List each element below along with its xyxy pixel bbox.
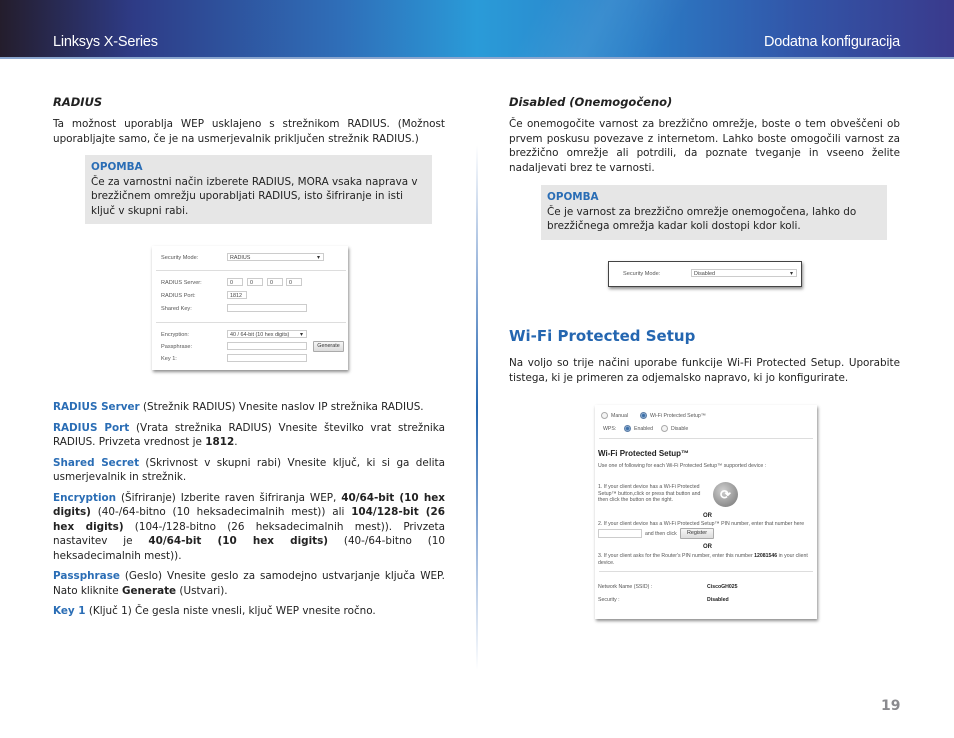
wps-intro: Na voljo so trije načini uporabe funkcij… xyxy=(509,357,900,384)
radius-heading: RADIUS xyxy=(53,95,103,109)
key1-input[interactable] xyxy=(227,354,307,362)
radius-server-octet-4[interactable]: 0 xyxy=(286,278,302,286)
wps-instruction: Use one of following for each Wi-Fi Prot… xyxy=(598,463,767,469)
definition-passphrase: Passphrase (Geslo) Vnesite geslo za samo… xyxy=(53,570,445,597)
radius-intro-block: Ta možnost uporablja WEP usklajeno s str… xyxy=(53,117,445,146)
ssid-label: Network Name (SSID) : xyxy=(598,584,653,590)
encryption-select[interactable]: 40 / 64-bit (10 hex digits) xyxy=(227,330,307,339)
definition-radius-server: RADIUS Server (Strežnik RADIUS) Vnesite … xyxy=(53,401,424,413)
radio-disable[interactable] xyxy=(661,425,668,432)
radio-wps-label: Wi-Fi Protected Setup™ xyxy=(650,413,706,419)
note-text: Če za varnostni način izberete RADIUS, M… xyxy=(91,175,418,217)
radius-server-octet-3[interactable]: 0 xyxy=(267,278,283,286)
disabled-text-block: Če onemogočite varnost za brezžično omre… xyxy=(509,117,900,175)
passphrase-label: Passphrase: xyxy=(161,344,193,350)
wps-step-1: 1. If your client device has a Wi-Fi Pro… xyxy=(598,484,701,503)
radius-server-octet-1[interactable]: 0 xyxy=(227,278,243,286)
divider xyxy=(156,322,346,323)
term: RADIUS Port xyxy=(53,421,130,434)
note-title: OPOMBA xyxy=(547,191,599,203)
divider xyxy=(599,571,813,572)
divider xyxy=(156,270,346,271)
shared-key-label: Shared Key: xyxy=(161,306,192,312)
encryption-label: Encryption: xyxy=(161,332,189,338)
note-text: Če je varnost za brezžično omrežje onemo… xyxy=(547,205,857,233)
key1-label: Key 1: xyxy=(161,356,177,362)
generate-button[interactable]: Generate xyxy=(313,341,344,352)
ssid-value: CiscoGH025 xyxy=(707,584,738,590)
radio-manual-label: Manual xyxy=(611,413,629,419)
term: Key 1 xyxy=(53,605,86,617)
passphrase-input[interactable] xyxy=(227,342,307,350)
wps-step-3: 3. If your client asks for the Router's … xyxy=(598,553,808,566)
definitions-list: RADIUS Server (Strežnik RADIUS) Vnesite … xyxy=(53,400,445,619)
definition-shared-secret: Shared Secret (Skrivnost v skupni rabi) … xyxy=(53,456,445,484)
page-header-banner: Linksys X-Series Dodatna konfiguracija xyxy=(0,0,954,59)
wps-push-button-icon[interactable]: ⟳ xyxy=(713,482,738,507)
wps-step-2b: and then click xyxy=(645,531,677,537)
definition-encryption: Encryption (Šifriranje) Izberite raven š… xyxy=(53,491,446,562)
wps-screenshot: Manual Wi-Fi Protected Setup™ WPS: Enabl… xyxy=(595,405,817,619)
term: Shared Secret xyxy=(53,456,140,469)
radius-server-octet-2[interactable]: 0 xyxy=(247,278,263,286)
product-title: Linksys X-Series xyxy=(53,34,158,50)
or-separator-1: OR xyxy=(703,513,712,519)
security-mode-label: Security Mode: xyxy=(623,271,661,277)
wps-intro-block: Na voljo so trije načini uporabe funkcij… xyxy=(509,356,900,385)
security-mode-select[interactable]: RADIUS xyxy=(227,253,324,262)
disabled-note: OPOMBA Če je varnost za brezžično omrežj… xyxy=(541,185,887,240)
client-pin-input[interactable] xyxy=(598,529,642,538)
disabled-text: Če onemogočite varnost za brezžično omre… xyxy=(509,118,900,174)
radio-enabled-label: Enabled xyxy=(634,426,654,432)
disabled-heading: Disabled (Onemogočeno) xyxy=(509,95,673,109)
or-separator-2: OR xyxy=(703,544,712,550)
radius-settings-screenshot: Security Mode: RADIUS RADIUS Server: 0 0… xyxy=(152,246,348,370)
register-button[interactable]: Register xyxy=(680,528,714,539)
security-label: Security : xyxy=(598,597,620,603)
page-number: 19 xyxy=(881,698,901,714)
divider xyxy=(599,438,813,439)
radius-server-label: RADIUS Server: xyxy=(161,280,202,286)
security-mode-select[interactable]: Disabled xyxy=(691,269,797,278)
definition-radius-port: RADIUS Port (Vrata strežnika RADIUS) Vne… xyxy=(53,421,445,449)
wps-heading: Wi-Fi Protected Setup xyxy=(509,327,696,345)
wps-label: WPS: xyxy=(603,426,617,432)
radio-enabled[interactable] xyxy=(624,425,631,432)
radio-manual[interactable] xyxy=(601,412,608,419)
section-title: Dodatna konfiguracija xyxy=(763,34,900,50)
radius-intro: Ta možnost uporablja WEP usklajeno s str… xyxy=(53,118,445,145)
router-pin: 12081546 xyxy=(754,553,778,559)
radius-port-label: RADIUS Port: xyxy=(161,293,196,299)
term: Passphrase xyxy=(53,570,120,582)
term: RADIUS Server xyxy=(53,401,140,413)
definition-key1: Key 1 (Ključ 1) Če gesla niste vnesli, k… xyxy=(53,605,376,617)
radius-port-input[interactable]: 1812 xyxy=(227,291,247,299)
disabled-security-mode-screenshot: Security Mode: Disabled xyxy=(608,261,802,287)
wps-step-2: 2. If your client device has a Wi-Fi Pro… xyxy=(598,521,805,527)
shared-key-input[interactable] xyxy=(227,304,307,312)
column-divider xyxy=(476,145,478,670)
term: Encryption xyxy=(53,491,117,504)
wps-title: Wi-Fi Protected Setup™ xyxy=(598,449,690,458)
radius-note: OPOMBA Če za varnostni način izberete RA… xyxy=(85,155,432,224)
radio-disable-label: Disable xyxy=(671,426,689,432)
note-title: OPOMBA xyxy=(91,161,143,173)
radio-wps[interactable] xyxy=(640,412,647,419)
security-value: Disabled xyxy=(707,597,729,603)
security-mode-label: Security Mode: xyxy=(161,255,199,261)
